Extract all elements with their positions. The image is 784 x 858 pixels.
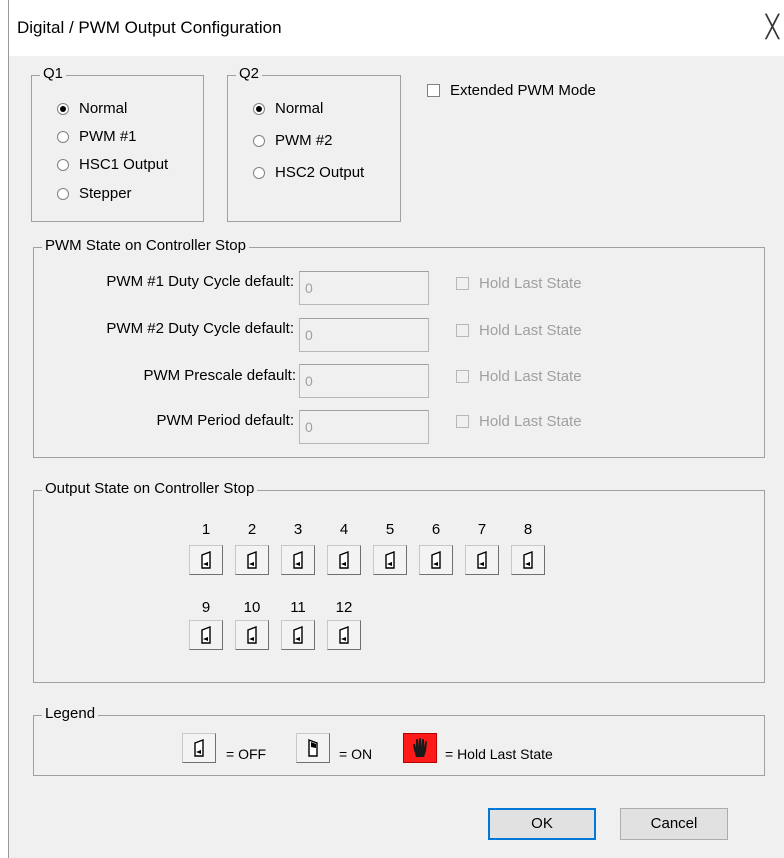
output-number-9: 9 bbox=[201, 599, 211, 616]
pwm-period-input[interactable]: 0 bbox=[299, 410, 429, 444]
checkbox-icon bbox=[456, 415, 469, 428]
q1-normal-radio[interactable]: Normal bbox=[57, 100, 127, 117]
q2-group-label: Q2 bbox=[236, 65, 263, 82]
pwm-prescale-label: PWM Prescale default: bbox=[143, 367, 296, 384]
pwm2-hold-checkbox[interactable]: Hold Last State bbox=[456, 322, 582, 339]
window-title: Digital / PWM Output Configuration bbox=[17, 18, 282, 37]
output-toggle-11[interactable] bbox=[281, 620, 315, 650]
output-number-8: 8 bbox=[523, 521, 533, 538]
pwm1-hold-checkbox[interactable]: Hold Last State bbox=[456, 275, 582, 292]
q1-hsc1-radio[interactable]: HSC1 Output bbox=[57, 156, 168, 173]
switch-off-icon bbox=[339, 626, 349, 644]
output-number-3: 3 bbox=[293, 521, 303, 538]
checkbox-icon bbox=[456, 277, 469, 290]
pwm-period-label: PWM Period default: bbox=[156, 412, 294, 429]
output-number-5: 5 bbox=[385, 521, 395, 538]
switch-off-icon bbox=[201, 626, 211, 644]
close-icon[interactable]: ╳ bbox=[766, 14, 779, 40]
output-toggle-8[interactable] bbox=[511, 545, 545, 575]
switch-off-icon bbox=[477, 551, 487, 569]
title-bar: Digital / PWM Output Configuration ╳ bbox=[9, 0, 784, 56]
output-toggle-10[interactable] bbox=[235, 620, 269, 650]
output-number-12: 12 bbox=[335, 599, 353, 616]
switch-off-icon bbox=[247, 626, 257, 644]
output-toggle-2[interactable] bbox=[235, 545, 269, 575]
output-toggle-3[interactable] bbox=[281, 545, 315, 575]
radio-checked-icon bbox=[253, 102, 265, 115]
dialog-window: Digital / PWM Output Configuration ╳ Q1 … bbox=[8, 0, 784, 858]
pwm1-duty-input[interactable]: 0 bbox=[299, 271, 429, 305]
output-toggle-1[interactable] bbox=[189, 545, 223, 575]
output-toggle-5[interactable] bbox=[373, 545, 407, 575]
pwm2-duty-label: PWM #2 Duty Cycle default: bbox=[106, 320, 294, 337]
legend-off-text: = OFF bbox=[226, 746, 267, 762]
output-number-4: 4 bbox=[339, 521, 349, 538]
stop-hand-icon bbox=[413, 738, 427, 757]
radio-unchecked-icon bbox=[57, 130, 69, 143]
q1-group-label: Q1 bbox=[40, 65, 67, 82]
output-state-group: Output State on Controller Stop 1 2 3 4 … bbox=[33, 480, 765, 683]
switch-off-icon bbox=[385, 551, 395, 569]
q2-hsc2-radio[interactable]: HSC2 Output bbox=[253, 164, 364, 181]
switch-off-icon bbox=[293, 551, 303, 569]
legend-hold-text: = Hold Last State bbox=[445, 746, 553, 762]
legend-group-label: Legend bbox=[42, 705, 99, 722]
switch-off-icon bbox=[293, 626, 303, 644]
pwm-prescale-hold-checkbox[interactable]: Hold Last State bbox=[456, 368, 582, 385]
cancel-button[interactable]: Cancel bbox=[620, 808, 728, 840]
q2-group: Q2 Normal PWM #2 HSC2 Output bbox=[227, 65, 401, 222]
radio-unchecked-icon bbox=[253, 134, 265, 147]
output-toggle-7[interactable] bbox=[465, 545, 499, 575]
pwm1-duty-label: PWM #1 Duty Cycle default: bbox=[106, 273, 294, 290]
radio-unchecked-icon bbox=[253, 166, 265, 179]
output-number-10: 10 bbox=[243, 599, 261, 616]
output-state-group-label: Output State on Controller Stop bbox=[42, 480, 258, 497]
radio-checked-icon bbox=[57, 102, 69, 115]
q1-stepper-radio[interactable]: Stepper bbox=[57, 185, 132, 202]
output-toggle-12[interactable] bbox=[327, 620, 361, 650]
checkbox-icon bbox=[427, 84, 440, 97]
radio-unchecked-icon bbox=[57, 187, 69, 200]
switch-on-icon bbox=[308, 739, 318, 757]
radio-unchecked-icon bbox=[57, 158, 69, 171]
output-toggle-9[interactable] bbox=[189, 620, 223, 650]
switch-off-icon bbox=[523, 551, 533, 569]
pwm-period-hold-checkbox[interactable]: Hold Last State bbox=[456, 413, 582, 430]
checkbox-icon bbox=[456, 324, 469, 337]
q1-pwm1-radio[interactable]: PWM #1 bbox=[57, 128, 137, 145]
q2-pwm2-radio[interactable]: PWM #2 bbox=[253, 132, 333, 149]
switch-off-icon bbox=[339, 551, 349, 569]
pwm-state-group-label: PWM State on Controller Stop bbox=[42, 237, 249, 254]
legend-on-text: = ON bbox=[339, 746, 373, 762]
legend-hold-swatch bbox=[403, 733, 437, 763]
output-toggle-6[interactable] bbox=[419, 545, 453, 575]
ok-button[interactable]: OK bbox=[488, 808, 596, 840]
legend-group: Legend = OFF = ON = Hold Last State bbox=[33, 705, 765, 776]
q1-group: Q1 Normal PWM #1 HSC1 Output Stepper bbox=[31, 65, 204, 222]
output-number-1: 1 bbox=[201, 521, 211, 538]
extended-pwm-checkbox[interactable]: Extended PWM Mode bbox=[427, 82, 596, 99]
checkbox-icon bbox=[456, 370, 469, 383]
output-number-11: 11 bbox=[290, 599, 306, 616]
switch-off-icon bbox=[247, 551, 257, 569]
legend-on-swatch bbox=[296, 733, 330, 763]
q2-normal-radio[interactable]: Normal bbox=[253, 100, 323, 117]
pwm-prescale-input[interactable]: 0 bbox=[299, 364, 429, 398]
pwm-state-group: PWM State on Controller Stop PWM #1 Duty… bbox=[33, 237, 765, 458]
output-number-6: 6 bbox=[431, 521, 441, 538]
output-number-7: 7 bbox=[477, 521, 487, 538]
switch-off-icon bbox=[194, 739, 204, 757]
output-toggle-4[interactable] bbox=[327, 545, 361, 575]
legend-off-swatch bbox=[182, 733, 216, 763]
pwm2-duty-input[interactable]: 0 bbox=[299, 318, 429, 352]
output-number-2: 2 bbox=[247, 521, 257, 538]
switch-off-icon bbox=[431, 551, 441, 569]
switch-off-icon bbox=[201, 551, 211, 569]
